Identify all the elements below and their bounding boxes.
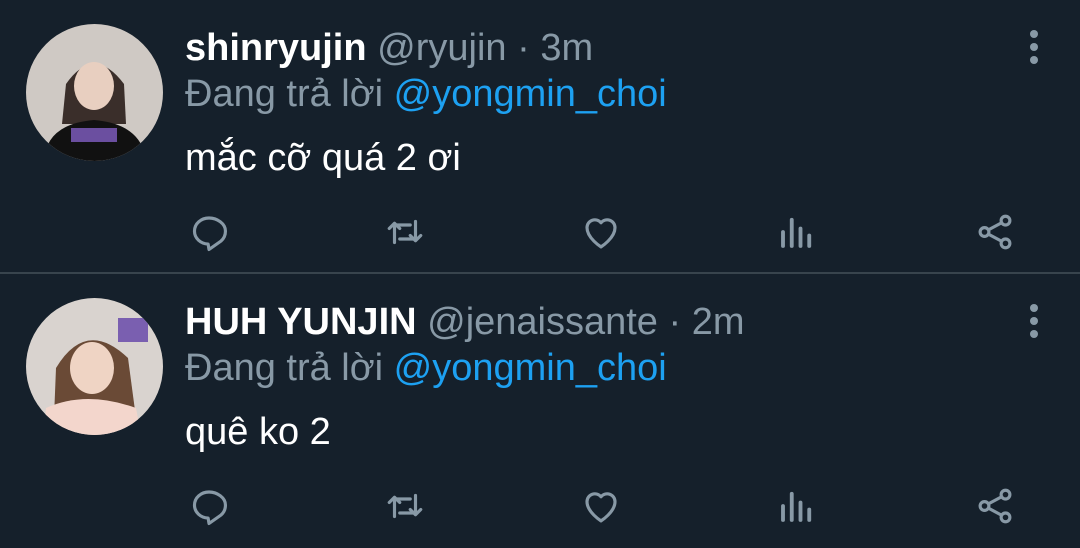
reply-prefix: Đang trả lời bbox=[185, 347, 384, 389]
tweet-text: mắc cỡ quá 2 ơi bbox=[185, 137, 461, 179]
reply-mention-link[interactable]: @yongmin_choi bbox=[394, 73, 667, 115]
reply-button[interactable] bbox=[185, 208, 233, 256]
tweet[interactable]: HUH YUNJIN @jenaissante · 2m Đang trả lờ… bbox=[0, 274, 1080, 548]
handle[interactable]: @ryujin bbox=[377, 27, 506, 69]
separator: · bbox=[668, 301, 682, 343]
reply-prefix: Đang trả lời bbox=[185, 73, 384, 115]
reply-context: Đang trả lời @yongmin_choi bbox=[185, 72, 667, 116]
like-button[interactable] bbox=[577, 208, 625, 256]
retweet-icon bbox=[387, 219, 423, 245]
retweet-icon bbox=[387, 493, 423, 519]
analytics-button[interactable] bbox=[773, 208, 821, 256]
handle[interactable]: @jenaissante bbox=[427, 301, 658, 343]
share-button[interactable] bbox=[971, 208, 1019, 256]
reply-button[interactable] bbox=[185, 482, 233, 530]
tweet-header: HUH YUNJIN @jenaissante · 2m bbox=[185, 300, 745, 344]
reply-context: Đang trả lời @yongmin_choi bbox=[185, 346, 667, 390]
tweet-header: shinryujin @ryujin · 3m bbox=[185, 26, 593, 70]
like-icon bbox=[585, 218, 617, 249]
more-options-icon[interactable] bbox=[1026, 302, 1042, 340]
analytics-button[interactable] bbox=[773, 482, 821, 530]
timestamp[interactable]: 2m bbox=[692, 301, 745, 343]
display-name[interactable]: HUH YUNJIN bbox=[185, 301, 417, 343]
avatar-photo-icon bbox=[26, 298, 163, 435]
like-button[interactable] bbox=[577, 482, 625, 530]
more-options-icon[interactable] bbox=[1026, 28, 1042, 66]
display-name[interactable]: shinryujin bbox=[185, 27, 367, 69]
retweet-button[interactable] bbox=[381, 482, 429, 530]
share-button[interactable] bbox=[971, 482, 1019, 530]
avatar[interactable] bbox=[26, 298, 163, 435]
share-icon bbox=[978, 488, 1012, 524]
like-icon bbox=[585, 492, 617, 523]
timestamp[interactable]: 3m bbox=[540, 27, 593, 69]
reply-icon bbox=[192, 216, 228, 252]
tweet[interactable]: shinryujin @ryujin · 3m Đang trả lời @yo… bbox=[0, 0, 1080, 274]
analytics-icon bbox=[781, 217, 812, 248]
avatar[interactable] bbox=[26, 24, 163, 161]
reply-icon bbox=[192, 490, 228, 526]
reply-mention-link[interactable]: @yongmin_choi bbox=[394, 347, 667, 389]
avatar-photo-icon bbox=[26, 24, 163, 161]
action-bar bbox=[185, 208, 1025, 260]
tweet-text: quê ko 2 bbox=[185, 411, 331, 453]
separator: · bbox=[517, 27, 530, 69]
retweet-button[interactable] bbox=[381, 208, 429, 256]
action-bar bbox=[185, 482, 1025, 534]
share-icon bbox=[978, 214, 1012, 250]
analytics-icon bbox=[781, 491, 812, 522]
